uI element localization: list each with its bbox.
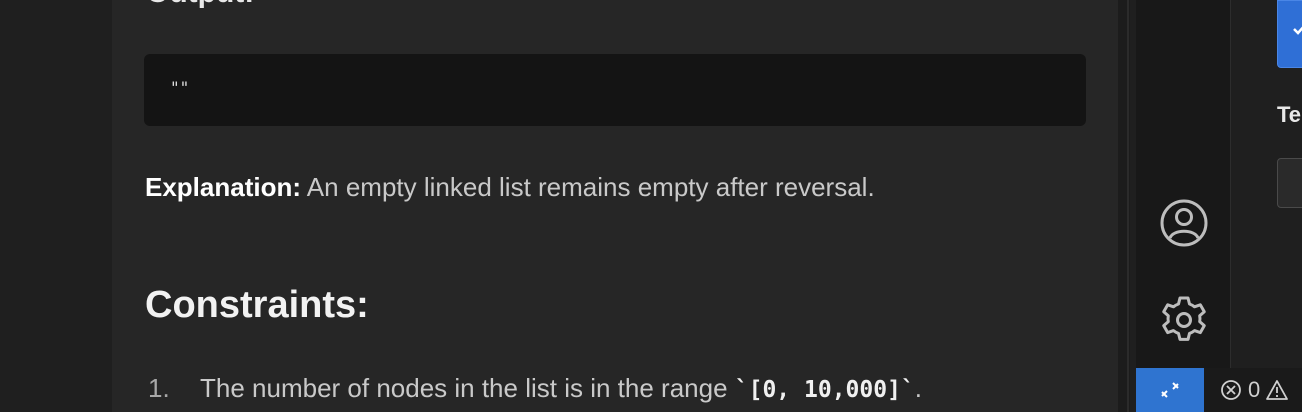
explanation-paragraph: Explanation: An empty linked list remain… [145, 172, 875, 203]
constraint-text: The number of nodes in the list is in th… [200, 373, 735, 403]
gear-icon [1162, 296, 1206, 341]
confirm-button[interactable] [1277, 0, 1302, 68]
constraints-heading: Constraints: [145, 284, 369, 326]
settings-button[interactable] [1158, 294, 1210, 346]
account-icon [1160, 199, 1208, 247]
activity-bar [1136, 0, 1230, 368]
constraint-code: `[0, 10,000]` [734, 377, 915, 403]
explanation-label: Explanation: [145, 172, 302, 202]
constraint-text-end: . [914, 373, 923, 403]
problems-indicator[interactable]: 0 [1220, 368, 1289, 412]
warning-icon [1266, 380, 1289, 400]
test-label: Te [1277, 102, 1302, 127]
remote-button[interactable] [1136, 368, 1204, 412]
constraint-item: 1. The number of nodes in the list is in … [148, 373, 922, 404]
remote-icon [1161, 382, 1179, 398]
right-panel: Te [1230, 0, 1302, 412]
code-output-text: "" [170, 78, 190, 97]
test-input[interactable] [1277, 158, 1302, 208]
code-block-output: "" [144, 54, 1086, 126]
explanation-text: An empty linked list remains empty after… [301, 172, 875, 202]
account-button[interactable] [1158, 197, 1210, 249]
constraint-number: 1. [148, 373, 170, 403]
panel-divider-line [1127, 0, 1129, 412]
problem-description-panel: Output: "" Explanation: An empty linked … [112, 0, 1118, 412]
status-bar: 0 [1136, 368, 1302, 412]
errors-count: 0 [1248, 377, 1261, 402]
left-gutter [0, 0, 112, 412]
error-icon [1221, 380, 1241, 400]
output-heading: Output: [146, 0, 254, 8]
check-icon [1293, 26, 1302, 35]
